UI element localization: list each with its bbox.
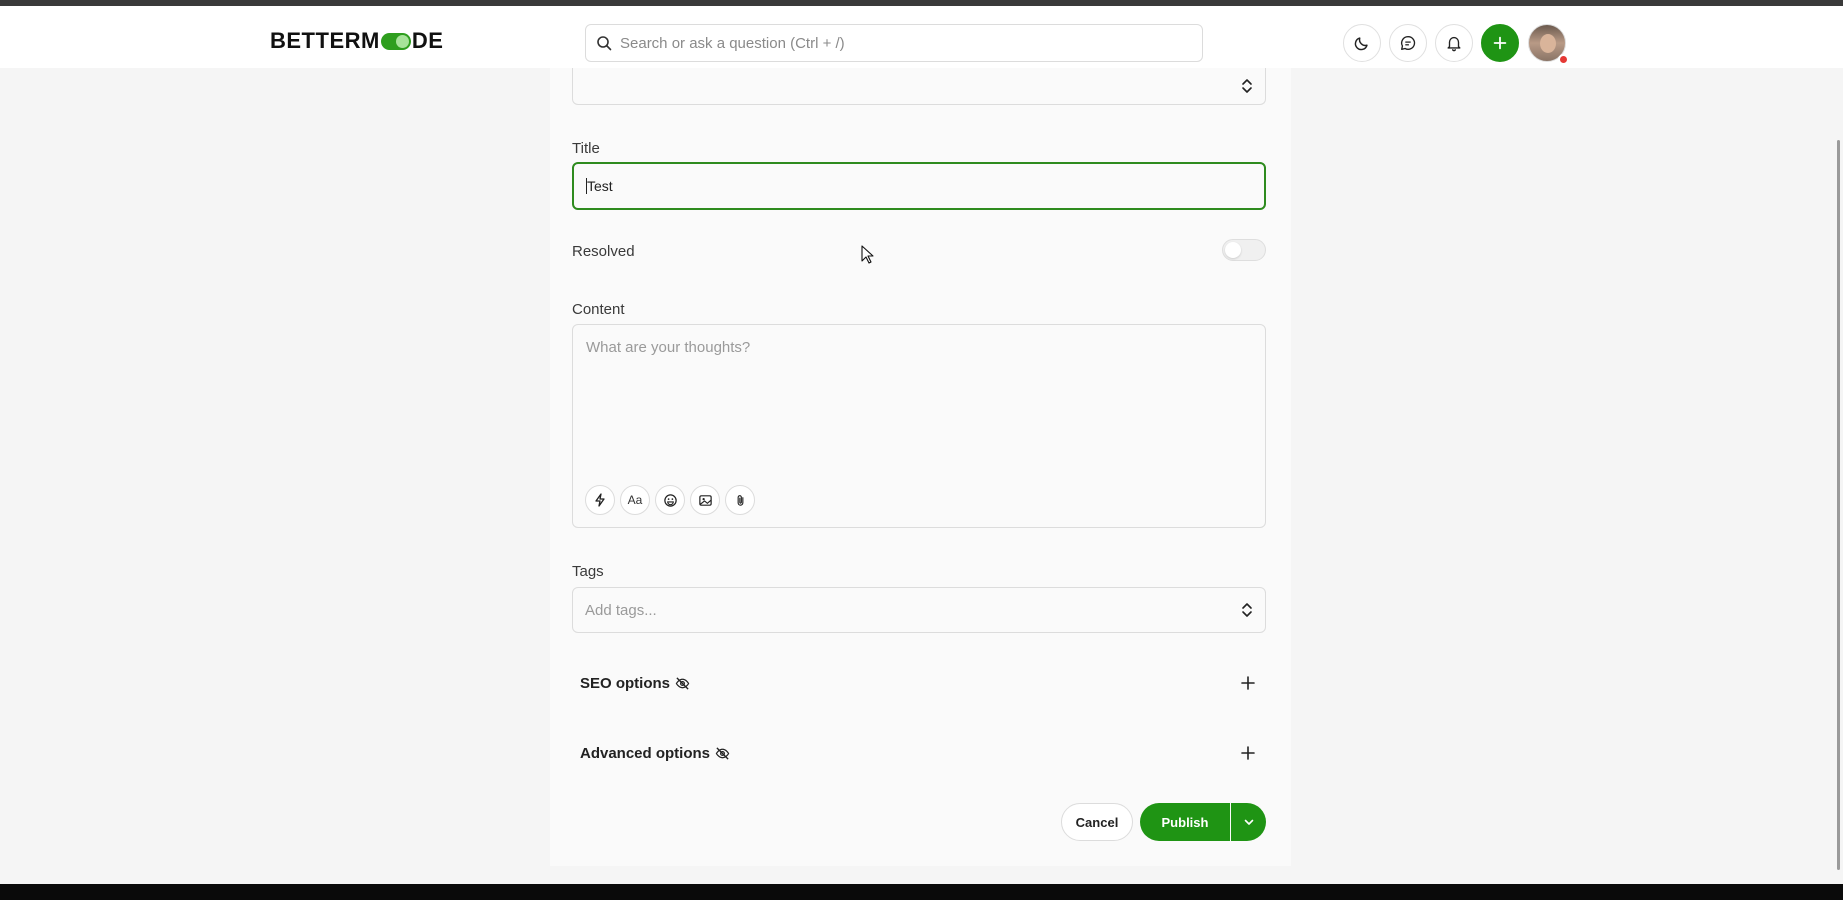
image-icon [698,494,712,506]
seo-options-toggle[interactable]: SEO options [580,668,1266,698]
title-input[interactable]: Test [572,162,1266,210]
seo-options-label: SEO options [580,674,670,692]
search-bar[interactable] [585,24,1203,62]
logo[interactable]: BETTERM DE [270,28,443,54]
tags-label: Tags [572,563,604,580]
image-button[interactable] [690,485,720,515]
logo-toggle-mark [380,32,411,50]
bell-icon [1447,36,1461,52]
quick-action-button[interactable] [585,485,615,515]
tags-placeholder: Add tags... [585,601,657,619]
scrollbar[interactable] [1837,140,1840,870]
search-icon [597,36,612,51]
space-select[interactable] [572,68,1266,105]
publish-options-button[interactable] [1231,803,1266,841]
create-button[interactable] [1481,24,1519,62]
emoji-icon [663,493,677,507]
attachment-button[interactable] [725,485,755,515]
post-form-panel: Title Test Resolved Content What are you… [550,68,1291,866]
avatar-face [1540,34,1556,53]
resolved-toggle[interactable] [1222,239,1266,261]
expand-plus-icon [1241,676,1255,690]
content-placeholder: What are your thoughts? [586,339,751,356]
cancel-button[interactable]: Cancel [1061,803,1133,841]
plus-icon [1493,36,1507,50]
content-label: Content [572,301,625,318]
top-header: BETTERM DE [0,6,1843,68]
emoji-button[interactable] [655,485,685,515]
avatar[interactable] [1528,24,1569,65]
advanced-options-toggle[interactable]: Advanced options [580,738,1266,768]
moon-icon [1354,37,1368,51]
chevron-updown-icon [1242,603,1252,617]
expand-plus-icon [1241,746,1255,760]
chat-icon [1401,36,1416,50]
eye-off-icon [715,746,730,760]
tags-select[interactable]: Add tags... [572,587,1266,633]
content-editor[interactable]: What are your thoughts? Aa [572,324,1266,528]
status-badge [1558,54,1569,65]
taskbar-strip [0,884,1843,900]
messages-button[interactable] [1389,24,1427,62]
editor-toolbar: Aa [585,485,755,515]
notifications-button[interactable] [1435,24,1473,62]
chevron-down-icon [1244,819,1253,825]
publish-button[interactable]: Publish [1140,803,1230,841]
lightning-icon [595,493,605,507]
title-label: Title [572,140,600,157]
text-format-button[interactable]: Aa [620,485,650,515]
chevron-updown-icon [1242,79,1252,93]
eye-off-icon [675,676,690,690]
advanced-options-label: Advanced options [580,744,711,762]
resolved-label: Resolved [572,243,635,260]
theme-toggle-button[interactable] [1343,24,1381,62]
mouse-cursor-icon [861,245,874,264]
logo-text-end: DE [411,28,444,53]
title-value: Test [587,178,613,194]
attachment-icon [737,494,743,506]
search-input[interactable] [620,34,1202,52]
logo-text-start: BETTERM [270,28,380,53]
text-format-icon: Aa [627,493,643,507]
